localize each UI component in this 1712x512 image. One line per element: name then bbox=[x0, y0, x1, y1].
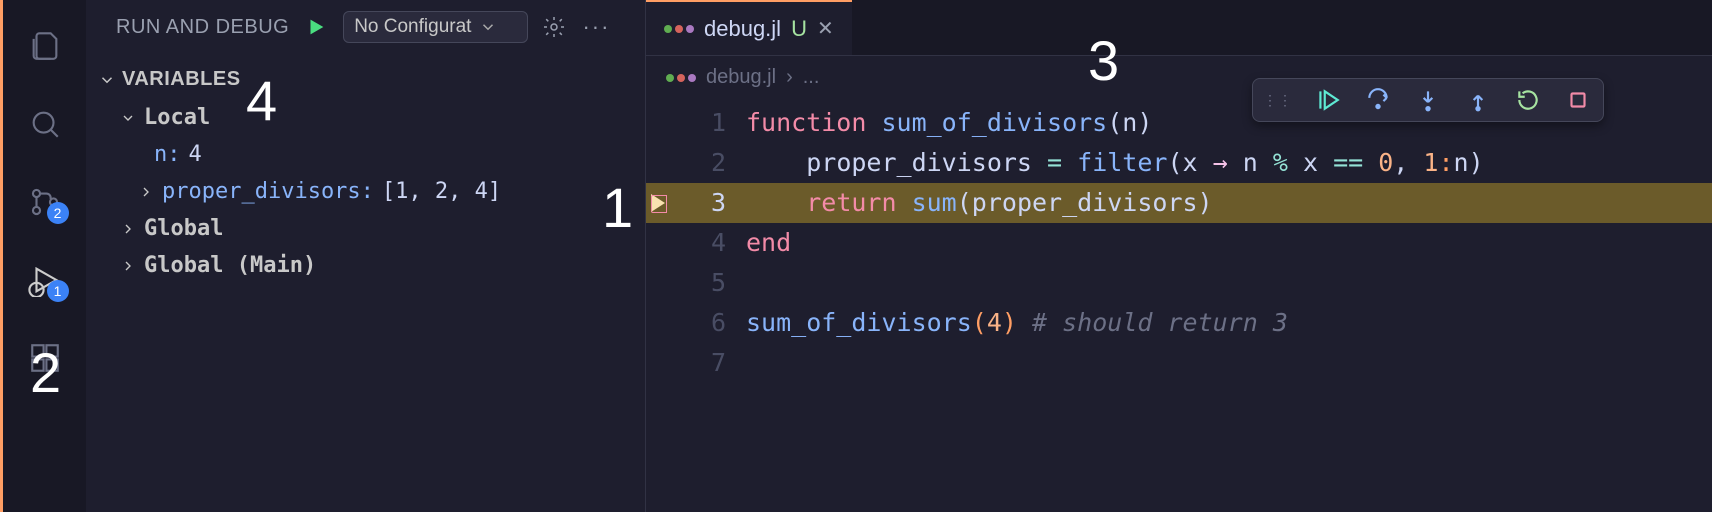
activity-bar: 2 1 bbox=[0, 0, 86, 512]
current-line-glyph bbox=[646, 194, 670, 212]
debug-panel: RUN AND DEBUG No Configurat ··· VARIABLE… bbox=[86, 0, 646, 512]
extensions-icon[interactable] bbox=[21, 334, 69, 382]
stop-button[interactable] bbox=[1563, 85, 1593, 115]
scm-badge: 2 bbox=[47, 202, 69, 224]
more-icon[interactable]: ··· bbox=[580, 11, 612, 43]
line-number: 1 bbox=[670, 103, 746, 143]
scope-global-main-label: Global (Main) bbox=[144, 253, 316, 278]
tab-debug-jl[interactable]: debug.jl U ✕ bbox=[646, 0, 852, 55]
gear-icon[interactable] bbox=[538, 11, 570, 43]
tab-modified-indicator: U bbox=[791, 16, 807, 42]
step-out-button[interactable] bbox=[1463, 85, 1493, 115]
tab-bar: debug.jl U ✕ bbox=[646, 0, 1712, 56]
scope-local-label: Local bbox=[144, 105, 210, 130]
source-control-icon[interactable]: 2 bbox=[21, 178, 69, 226]
var-n-name: n: bbox=[154, 142, 181, 167]
var-pd-name: proper_divisors: bbox=[162, 179, 374, 204]
scope-local[interactable]: Local bbox=[106, 99, 645, 136]
config-select[interactable]: No Configurat bbox=[343, 11, 528, 43]
continue-button[interactable] bbox=[1313, 85, 1343, 115]
restart-button[interactable] bbox=[1513, 85, 1543, 115]
debug-badge: 1 bbox=[47, 280, 69, 302]
scope-global[interactable]: Global bbox=[106, 210, 645, 247]
debug-toolbar[interactable]: ⋮⋮ bbox=[1252, 78, 1604, 122]
panel-header: RUN AND DEBUG No Configurat ··· bbox=[86, 0, 645, 54]
var-pd-value: [1, 2, 4] bbox=[382, 179, 501, 204]
variables-title: VARIABLES bbox=[122, 68, 241, 91]
scope-global-main[interactable]: Global (Main) bbox=[106, 247, 645, 284]
var-n[interactable]: n: 4 bbox=[106, 136, 645, 173]
julia-icon bbox=[664, 25, 694, 33]
grip-icon[interactable]: ⋮⋮ bbox=[1263, 96, 1293, 104]
step-over-button[interactable] bbox=[1363, 85, 1393, 115]
line-number: 2 bbox=[670, 143, 746, 183]
editor-area: debug.jl U ✕ debug.jl › ... 1 function s… bbox=[646, 0, 1712, 512]
line-number: 5 bbox=[670, 263, 746, 303]
julia-icon bbox=[666, 74, 696, 82]
run-debug-icon[interactable]: 1 bbox=[21, 256, 69, 304]
tab-filename: debug.jl bbox=[704, 16, 781, 42]
variables-section: VARIABLES Local n: 4 proper_divisors: [1… bbox=[86, 54, 645, 290]
line-number: 7 bbox=[670, 343, 746, 383]
breadcrumb-rest: ... bbox=[803, 66, 820, 89]
var-proper-divisors[interactable]: proper_divisors: [1, 2, 4] bbox=[106, 173, 645, 210]
variables-tree: Local n: 4 proper_divisors: [1, 2, 4] Gl… bbox=[86, 99, 645, 284]
explorer-icon[interactable] bbox=[21, 22, 69, 70]
line-number: 3 bbox=[670, 183, 746, 223]
var-n-value: 4 bbox=[189, 142, 202, 167]
scope-global-label: Global bbox=[144, 216, 223, 241]
line-number: 6 bbox=[670, 303, 746, 343]
breadcrumb-file: debug.jl bbox=[706, 66, 776, 89]
variables-header[interactable]: VARIABLES bbox=[86, 60, 645, 99]
breadcrumb-sep: › bbox=[786, 66, 793, 89]
search-icon[interactable] bbox=[21, 100, 69, 148]
line-number: 4 bbox=[670, 223, 746, 263]
step-into-button[interactable] bbox=[1413, 85, 1443, 115]
panel-title: RUN AND DEBUG bbox=[116, 16, 289, 39]
start-debug-button[interactable] bbox=[299, 10, 333, 44]
code-editor[interactable]: 1 function sum_of_divisors(n) 2 proper_d… bbox=[646, 99, 1712, 383]
config-label: No Configurat bbox=[354, 16, 471, 38]
close-icon[interactable]: ✕ bbox=[817, 16, 834, 41]
